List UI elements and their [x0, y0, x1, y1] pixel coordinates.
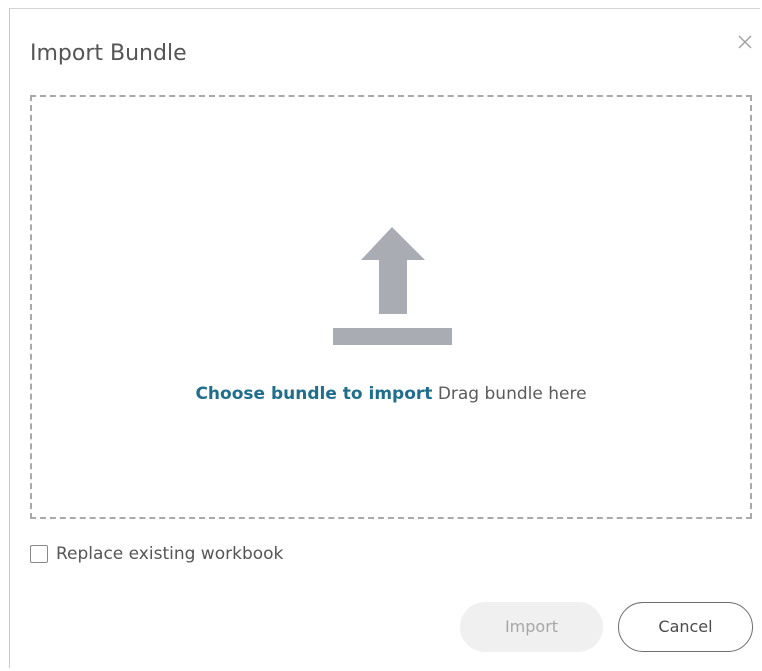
dialog-title: Import Bundle: [30, 41, 187, 66]
choose-bundle-link[interactable]: Choose bundle to import: [195, 384, 432, 404]
bundle-dropzone[interactable]: Choose bundle to import Drag bundle here: [30, 95, 752, 519]
cancel-button[interactable]: Cancel: [618, 602, 753, 652]
import-button[interactable]: Import: [460, 602, 603, 652]
replace-existing-option[interactable]: Replace existing workbook: [30, 542, 283, 566]
drag-hint: Drag bundle here: [437, 384, 587, 404]
upload-icon: [333, 227, 453, 345]
page: Import Bundle Choose bundle to import Dr…: [0, 0, 762, 671]
import-bundle-dialog: Import Bundle Choose bundle to import Dr…: [9, 8, 760, 668]
close-icon: [738, 35, 752, 49]
close-button[interactable]: [734, 31, 756, 53]
replace-existing-label: Replace existing workbook: [56, 544, 284, 564]
dropzone-text: Choose bundle to import Drag bundle here: [32, 382, 750, 406]
replace-existing-checkbox[interactable]: [30, 545, 48, 563]
